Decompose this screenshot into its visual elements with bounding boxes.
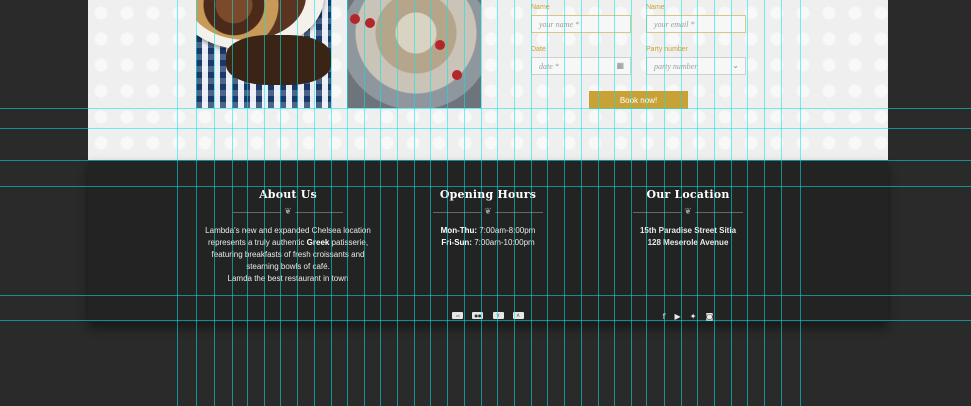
ornament-divider: ❦ <box>633 206 743 218</box>
name-label: Name <box>531 4 550 11</box>
hours-row: Mon-Thu: 7:00am-8:00pm <box>408 225 568 237</box>
social-icons: f ▶ ✦ ◙ <box>608 304 768 323</box>
about-us-column: About Us ❦ Lambda's new and expanded Che… <box>196 188 380 285</box>
about-line-start: represents a truly authentic <box>207 238 307 247</box>
youtube-icon[interactable]: ▶ <box>675 312 681 322</box>
visa-icon: V <box>492 312 504 319</box>
opening-hours-title: Opening Hours <box>439 188 537 201</box>
ornament-divider: ❦ <box>433 206 543 218</box>
date-label: Date <box>531 46 546 53</box>
instagram-icon[interactable]: ◙ <box>706 312 714 322</box>
twitter-icon[interactable]: ✦ <box>690 312 697 322</box>
email-label: Name <box>646 4 665 11</box>
food-photo-chocolate <box>196 0 331 108</box>
email-input[interactable]: your email * <box>646 15 746 33</box>
date-input[interactable]: date * ▦ <box>531 57 631 75</box>
our-location-title: Our Location <box>646 188 730 201</box>
berry <box>435 40 445 50</box>
ornament-icon: ❦ <box>481 206 495 218</box>
hours-row: Fri-Sun: 7:00am-10:00pm <box>408 237 568 249</box>
address-line-2: 128 Meserole Avenue <box>647 238 729 247</box>
about-bold: Greek <box>306 238 330 247</box>
brownie <box>226 35 331 85</box>
mastercard-icon: ●● <box>472 312 484 319</box>
berry <box>365 18 375 28</box>
address-line-1: 15th Paradise Street Sitia <box>639 226 737 235</box>
facebook-icon[interactable]: f <box>663 312 666 322</box>
book-now-button[interactable]: Book now! <box>589 91 688 109</box>
amex-icon: A <box>512 312 524 319</box>
hours-day: Mon-Thu: <box>440 226 478 235</box>
about-line-end: patisserie, <box>329 238 369 247</box>
name-placeholder: your name * <box>539 20 579 29</box>
party-select[interactable]: party number ⌄ <box>646 57 746 75</box>
footer: About Us ❦ Lambda's new and expanded Che… <box>88 160 888 322</box>
name-input[interactable]: your name * <box>531 15 631 33</box>
our-location-column: Our Location ❦ 15th Paradise Street Siti… <box>608 188 768 321</box>
address: 15th Paradise Street Sitia 128 Meserole … <box>608 225 768 249</box>
email-placeholder: your email * <box>654 20 695 29</box>
date-placeholder: date * <box>539 62 559 71</box>
calendar-icon[interactable]: ▦ <box>616 60 624 71</box>
hours-day: Fri-Sun: <box>441 238 472 247</box>
about-line: steaming bowls of café. <box>246 262 330 271</box>
ornament-icon: ❦ <box>281 206 295 218</box>
berry <box>350 14 360 24</box>
berry <box>452 70 462 80</box>
ornament-icon: ❦ <box>681 206 695 218</box>
hours-time: 7:00am-10:00pm <box>471 238 535 247</box>
opening-hours-column: Opening Hours ❦ Mon-Thu: 7:00am-8:00pm F… <box>408 188 568 319</box>
party-label: Party number <box>646 46 689 53</box>
about-us-title: About Us <box>259 188 317 201</box>
hours-list: Mon-Thu: 7:00am-8:00pm Fri-Sun: 7:00am-1… <box>408 225 568 249</box>
food-photo-granola <box>347 0 481 108</box>
party-placeholder: party number <box>654 62 698 71</box>
chevron-down-icon: ⌄ <box>732 61 739 70</box>
about-line: featuring breakfasts of fresh croissants… <box>211 250 365 259</box>
plate <box>347 0 481 108</box>
about-line: represents a truly authentic Greek patis… <box>196 237 380 249</box>
hours-time: 7:00am-8:00pm <box>477 226 536 235</box>
card-icon: ▭ <box>452 312 464 319</box>
about-line: Lambda's new and expanded Chelsea locati… <box>205 226 371 235</box>
about-line: Lamda the best restaurant in town <box>227 274 349 283</box>
payment-icons: ▭ ●● V A <box>408 305 568 324</box>
ornament-divider: ❦ <box>233 206 343 218</box>
about-us-text: Lambda's new and expanded Chelsea locati… <box>196 225 380 285</box>
